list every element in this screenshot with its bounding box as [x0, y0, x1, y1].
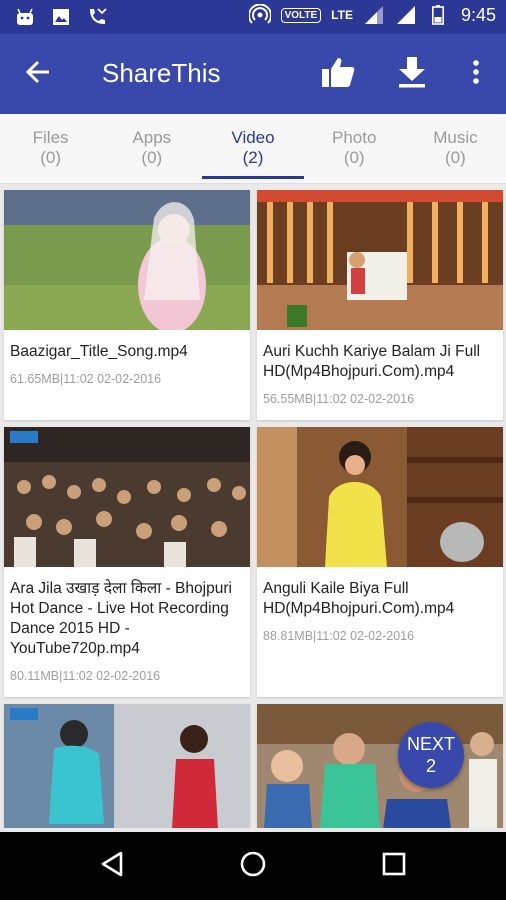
next-label: NEXT	[406, 734, 455, 754]
video-card[interactable]	[4, 704, 250, 828]
more-vertical-icon	[472, 59, 480, 90]
tab-music[interactable]: Music (0)	[405, 114, 506, 183]
back-button[interactable]	[20, 56, 56, 92]
hotspot-icon	[248, 4, 271, 26]
video-card[interactable]: Ara Jila उखाड़ देला किला - Bhojpuri Hot …	[4, 427, 250, 697]
next-count: 2	[425, 756, 436, 776]
nav-recents-button[interactable]	[372, 846, 416, 886]
image-icon	[50, 6, 72, 28]
home-circle-icon	[239, 850, 267, 883]
video-card[interactable]: Auri Kuchh Kariye Balam Ji Full HD(Mp4Bh…	[257, 190, 503, 420]
download-button[interactable]	[392, 54, 432, 94]
tab-count: (0)	[445, 148, 466, 167]
recents-square-icon	[381, 851, 407, 882]
video-thumbnail	[4, 427, 250, 567]
android-icon	[14, 6, 36, 28]
next-button[interactable]: NEXT 2	[398, 722, 464, 788]
app-title: ShareThis	[102, 58, 221, 88]
video-title: Anguli Kaile Biya Full HD(Mp4Bhojpuri.Co…	[263, 580, 455, 617]
battery-icon	[427, 4, 449, 26]
video-thumbnail	[257, 190, 503, 330]
signal-icon	[395, 4, 417, 26]
tab-video[interactable]: Video (2)	[202, 114, 304, 183]
video-thumbnail	[4, 190, 250, 330]
category-tabs: Files (0) Apps (0) Video (2) Photo (0) M…	[0, 114, 506, 184]
tab-count: (0)	[141, 148, 163, 167]
video-card[interactable]: Baazigar_Title_Song.mp4 61.65MB|11:02 02…	[4, 190, 250, 420]
video-title: Baazigar_Title_Song.mp4	[10, 343, 188, 360]
back-triangle-icon	[99, 850, 125, 883]
status-bar: VOLTE LTE 9:45	[0, 0, 506, 34]
video-card[interactable]	[257, 704, 503, 828]
video-thumbnail	[4, 704, 250, 828]
tab-photo[interactable]: Photo (0)	[304, 114, 405, 183]
video-meta: 88.81MB|11:02 02-02-2016	[263, 629, 415, 643]
tab-label: Video	[231, 128, 275, 147]
tab-label: Apps	[132, 128, 172, 147]
more-options-button[interactable]	[462, 54, 490, 94]
video-meta: 61.65MB|11:02 02-02-2016	[10, 372, 162, 386]
video-title: Ara Jila उखाड़ देला किला - Bhojpuri Hot …	[10, 580, 232, 657]
tab-label: Photo	[331, 128, 377, 147]
navigation-bar	[0, 832, 506, 900]
tab-label: Music	[433, 128, 478, 147]
video-title: Auri Kuchh Kariye Balam Ji Full HD(Mp4Bh…	[263, 343, 481, 380]
arrow-left-icon	[25, 60, 51, 89]
tab-count: (2)	[242, 148, 264, 167]
app-bar: ShareThis	[0, 34, 506, 114]
volte-badge: VOLTE	[280, 7, 322, 23]
tab-label: Files	[32, 128, 69, 147]
network-type: LTE	[331, 8, 353, 22]
like-button[interactable]	[318, 54, 358, 94]
video-meta: 56.55MB|11:02 02-02-2016	[263, 392, 415, 406]
thumbs-up-icon	[321, 56, 355, 93]
video-card[interactable]: Anguli Kaile Biya Full HD(Mp4Bhojpuri.Co…	[257, 427, 503, 697]
tab-count: (0)	[40, 148, 61, 167]
video-thumbnail	[257, 427, 503, 567]
tab-files[interactable]: Files (0)	[0, 114, 101, 183]
clock: 9:45	[460, 4, 496, 25]
signal-icon	[363, 4, 385, 26]
tab-count: (0)	[343, 148, 365, 167]
video-thumbnail	[257, 704, 503, 828]
tab-apps[interactable]: Apps (0)	[101, 114, 202, 183]
video-meta: 80.11MB|11:02 02-02-2016	[10, 669, 161, 683]
nav-home-button[interactable]	[231, 846, 275, 886]
missed-call-icon	[86, 6, 108, 28]
download-icon	[397, 56, 427, 93]
nav-back-button[interactable]	[90, 846, 134, 886]
